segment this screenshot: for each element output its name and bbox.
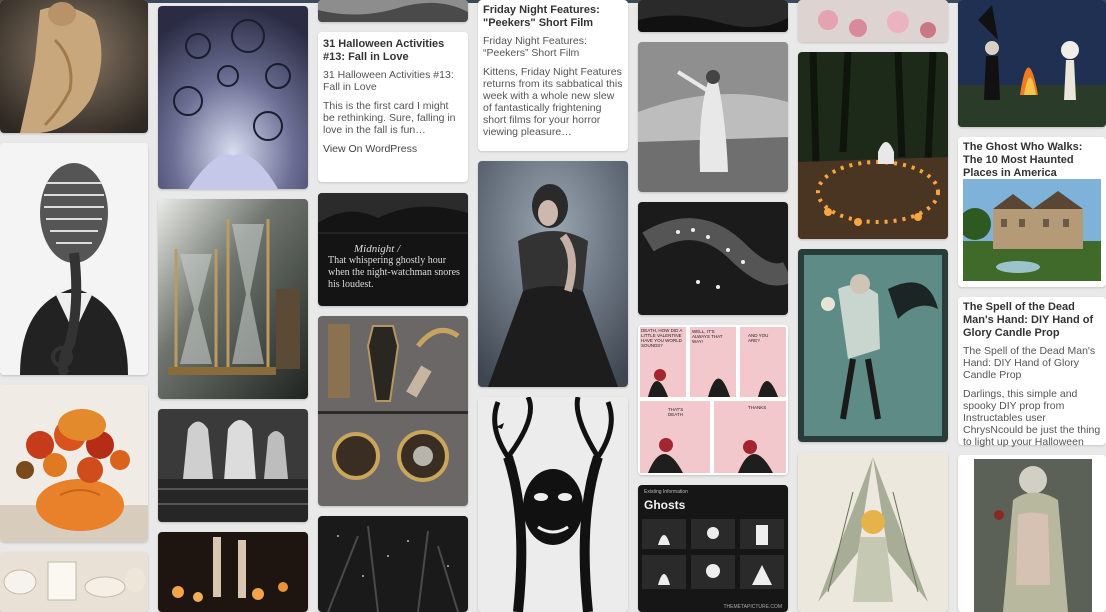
pin-pumpkin-bouquet[interactable] [0,385,148,542]
hourglasses-image [158,199,308,399]
pin-dancer-field[interactable] [638,42,788,192]
pink-flowers-image [798,0,948,42]
pin-pink-flowers[interactable] [798,0,948,42]
pin-tea-party[interactable] [0,552,148,612]
card-title[interactable]: The Ghost Who Walks: The 10 Most Haunted… [963,141,1101,180]
haunted-mansion-image [963,179,1101,281]
card-subtitle: Friday Night Features: “Peekers” Short F… [483,35,587,59]
ghost-icons-grid [642,519,784,589]
card-dead-mans-hand[interactable]: The Spell of the Dead Man's Hand: DIY Ha… [958,297,1106,448]
comic-panel5-text: THANKS [748,405,767,410]
pin-fall-texture[interactable] [318,0,468,22]
fall-texture-image [318,0,468,22]
pin-winged-woman-art[interactable] [798,249,948,442]
infographic-header: Existing Information [644,489,688,495]
infographic-title: Ghosts [644,498,686,512]
card-title[interactable]: Friday Night Features: "Peekers" Short F… [483,4,623,30]
pin-coffin-jewelry[interactable] [318,316,468,506]
golden-body-image [0,0,148,133]
card-ghost-who-walks[interactable]: The Ghost Who Walks: The 10 Most Haunted… [958,137,1106,287]
pin-candle-circle[interactable] [798,52,948,239]
tea-party-image [0,552,148,612]
gothic-woman-image [478,161,628,387]
skeleton-hands-image [638,202,788,315]
pin-forest-night[interactable] [318,516,468,612]
card-description: Kittens, Friday Night Features returns f… [483,66,623,138]
candle-circle-image [798,52,948,239]
dark-landscape-image [638,0,788,32]
pin-witch-skeleton-painting[interactable] [958,0,1106,127]
tentacle-drawing-image [158,6,308,189]
pin-candles[interactable] [158,532,308,612]
card-subtitle: 31 Halloween Activities #13: Fall in Lov… [323,69,454,93]
card-title[interactable]: 31 Halloween Activities #13: Fall in Lov… [323,38,463,64]
ghosts-pews-image [158,409,308,522]
pin-gothic-woman[interactable] [478,161,628,387]
comic-panel3-text: AND YOU ARE? [748,333,769,343]
winged-woman-image [798,249,948,442]
card-subtitle: The Spell of the Dead Man's Hand: DIY Ha… [963,345,1096,381]
comic-panel4-text: THAT'S DEATH [668,407,684,417]
skeleton-embrace-image [958,455,1106,612]
midnight-heading: Midnight / [354,243,401,255]
card-description: This is the first card I might be rethin… [323,100,456,136]
pin-alien-head-engraving[interactable] [0,143,148,375]
alien-engraving-image [0,143,148,375]
witch-skeleton-image [958,0,1106,127]
pin-skeleton-embrace[interactable] [958,455,1106,612]
angel-engraving-image [798,452,948,612]
pin-midnight-poster[interactable]: Midnight / That whispering ghostly hour … [318,193,468,306]
dancer-field-image [638,42,788,192]
pin-death-comic[interactable]: DEATH, HOW DID A LITTLE VALENTINE HAVE Y… [638,325,788,475]
poe-tree-image [478,397,628,612]
comic-panel1-text: DEATH, HOW DID A LITTLE VALENTINE HAVE Y… [641,328,683,348]
pin-dark-landscape[interactable] [638,0,788,32]
pumpkin-bouquet-image [0,385,148,542]
pin-skeleton-hands[interactable] [638,202,788,315]
infographic-footer: THEMETAPICTURE.COM [723,604,782,610]
coffin-jewelry-image [318,316,468,506]
candles-image [158,532,308,612]
pin-poe-tree[interactable] [478,397,628,612]
pin-golden-body-photo[interactable] [0,0,148,133]
pin-ghosts-pews[interactable] [158,409,308,522]
pin-hourglasses[interactable] [158,199,308,399]
card-halloween-activities[interactable]: 31 Halloween Activities #13: Fall in Lov… [318,32,468,182]
pin-angel-engraving[interactable] [798,452,948,612]
view-on-wordpress-link[interactable]: View On WordPress [323,143,463,155]
forest-night-image [318,516,468,612]
card-description: Darlings, this simple and spooky DIY pro… [963,388,1101,448]
comic-panel2-text: WELL, IT'S ALWAYS THAT WAY! [692,329,723,344]
card-friday-night-features[interactable]: Friday Night Features: "Peekers" Short F… [478,0,628,151]
card-title[interactable]: The Spell of the Dead Man's Hand: DIY Ha… [963,301,1101,340]
pin-tentacle-drawing[interactable] [158,6,308,189]
midnight-body: That whispering ghostly hour when the ni… [328,255,460,290]
pin-ghosts-infographic[interactable]: Existing Information Ghosts THEMETAPICTU… [638,485,788,612]
